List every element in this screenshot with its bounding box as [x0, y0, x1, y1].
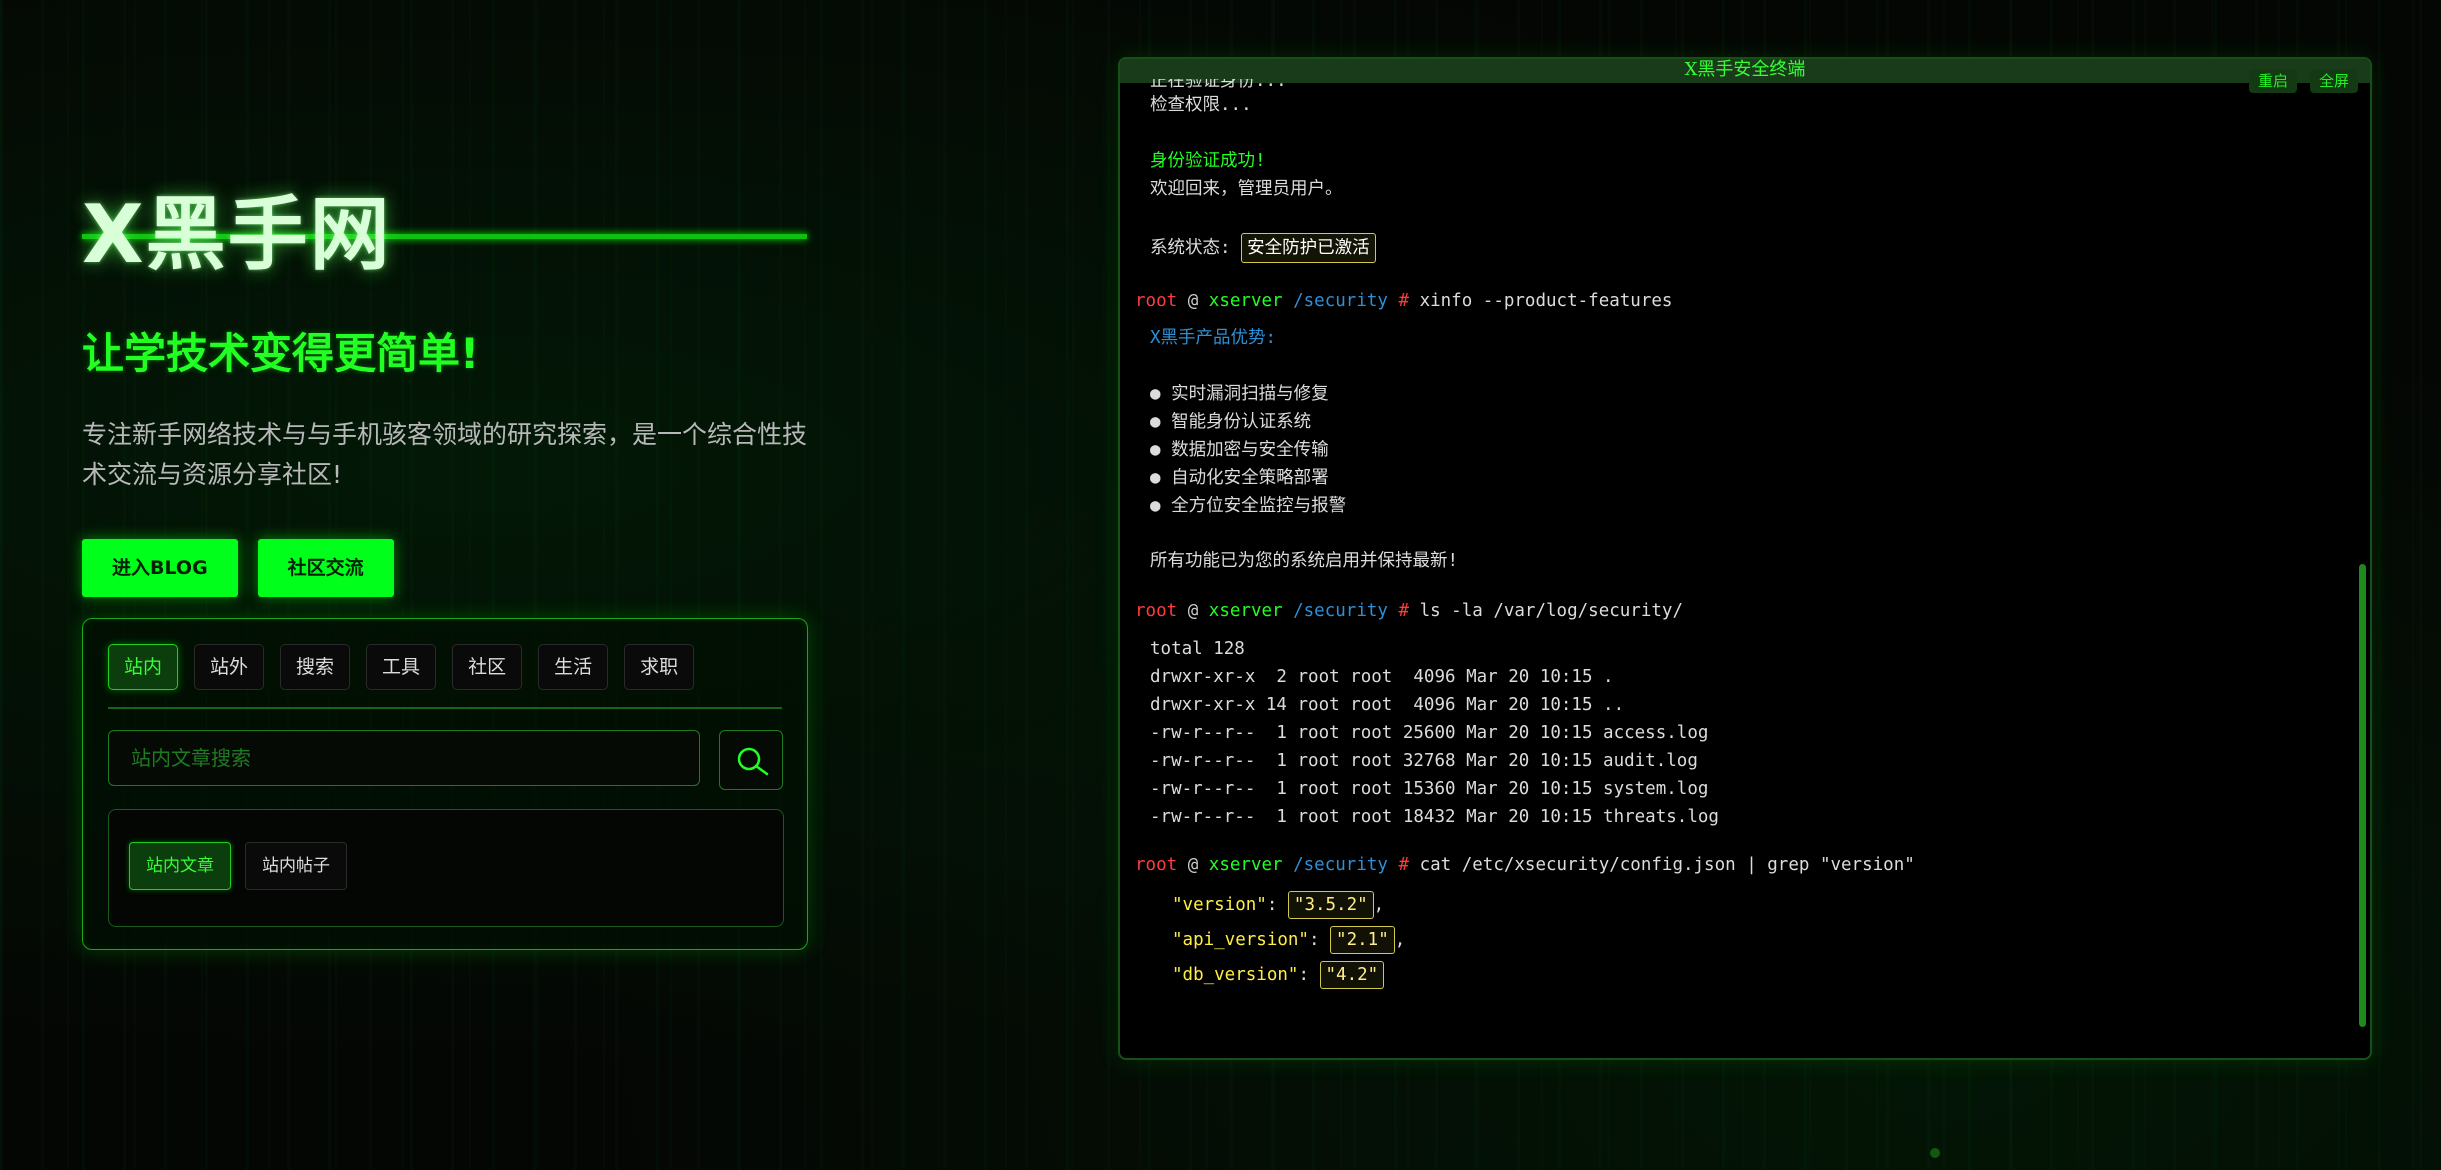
community-button[interactable]: 社区交流 — [257, 539, 394, 597]
prompt-at: @ — [1187, 601, 1199, 621]
prompt-host: xserver — [1208, 291, 1283, 311]
terminal-line-success: 身份验证成功! — [1150, 151, 1266, 171]
json-value: "2.1" — [1330, 926, 1395, 954]
site-description: 专注新手网络技术与与手机骇客领域的研究探索，是一个综合性技术交流与资源分享社区! — [82, 420, 808, 489]
prompt-hash: # — [1398, 291, 1410, 311]
prompt-line: root @ xserver /security # cat /etc/xsec… — [1135, 854, 1915, 876]
ls-line: drwxr-xr-x 14 root root 4096 Mar 20 10:1… — [1150, 695, 1625, 715]
prompt-user: root — [1135, 601, 1178, 621]
prompt-user: root — [1135, 855, 1178, 875]
terminal-line: 检查权限... — [1150, 95, 1252, 115]
ls-line: total 128 — [1150, 639, 1245, 659]
json-line: "version": "3.5.2", — [1172, 891, 1384, 919]
ls-line: -rw-r--r-- 1 root root 15360 Mar 20 10:1… — [1150, 779, 1709, 799]
prompt-path: /security — [1293, 291, 1388, 311]
json-value: "4.2" — [1319, 961, 1385, 989]
feature-item: ● 数据加密与安全传输 — [1150, 440, 1329, 460]
search-subtab[interactable]: 站内帖子 — [245, 842, 347, 890]
prompt-at: @ — [1187, 855, 1199, 875]
status-label: 系统状态: — [1150, 238, 1231, 258]
page-indicator-dot[interactable] — [1930, 1148, 1940, 1158]
restart-button[interactable]: 重启 — [2248, 69, 2297, 93]
features-title: X黑手产品优势: — [1150, 328, 1277, 348]
feature-item: ● 全方位安全监控与报警 — [1150, 496, 1347, 516]
prompt-path: /security — [1293, 601, 1388, 621]
prompt-host: xserver — [1208, 855, 1283, 875]
hero-section: X黑手网 让学技术变得更简单! 专注新手网络技术与与手机骇客领域的研究探索，是一… — [82, 180, 807, 597]
search-tab[interactable]: 求职 — [624, 644, 695, 690]
terminal-line: 欢迎回来，管理员用户。 — [1150, 179, 1343, 199]
site-title: X黑手网 — [82, 188, 392, 281]
terminal-status-line: 系统状态: 安全防护已激活 — [1150, 233, 1376, 263]
prompt-hash: # — [1398, 855, 1410, 875]
search-subtab[interactable]: 站内文章 — [129, 842, 231, 890]
search-subpanel: 站内文章 站内帖子 — [108, 809, 784, 927]
json-key: "db_version" — [1172, 965, 1299, 985]
hero-buttons: 进入BLOG 社区交流 — [82, 539, 807, 597]
feature-item: ● 实时漏洞扫描与修复 — [1150, 384, 1329, 404]
feature-item: ● 自动化安全策略部署 — [1150, 468, 1329, 488]
json-colon: : — [1298, 965, 1320, 985]
search-tab[interactable]: 站内 — [108, 644, 179, 690]
ls-line: -rw-r--r-- 1 root root 18432 Mar 20 10:1… — [1150, 807, 1719, 827]
json-suffix: , — [1373, 895, 1385, 915]
ls-line: -rw-r--r-- 1 root root 32768 Mar 20 10:1… — [1150, 751, 1698, 771]
prompt-hash: # — [1398, 601, 1410, 621]
prompt-at: @ — [1187, 291, 1199, 311]
enter-blog-button[interactable]: 进入BLOG — [82, 539, 238, 597]
search-tab[interactable]: 生活 — [538, 644, 609, 690]
terminal-title: X黑手安全终端 — [1684, 59, 1806, 80]
json-key: "api_version" — [1172, 930, 1309, 950]
json-suffix: , — [1394, 930, 1406, 950]
security-terminal: 正在验证身份... 检查权限... 身份验证成功! 欢迎回来，管理员用户。 系统… — [1118, 57, 2372, 1060]
site-title-wrap: X黑手网 — [82, 180, 807, 290]
search-icon — [737, 747, 769, 776]
status-badge: 安全防护已激活 — [1241, 233, 1376, 263]
terminal-output: 正在验证身份... 检查权限... 身份验证成功! 欢迎回来，管理员用户。 系统… — [1120, 79, 2370, 1058]
command-text: xinfo --product-features — [1419, 291, 1673, 311]
prompt-line: root @ xserver /security # xinfo --produ… — [1135, 290, 1672, 312]
search-tab[interactable]: 社区 — [452, 644, 523, 690]
tab-divider — [108, 707, 782, 709]
search-tab[interactable]: 站外 — [194, 644, 265, 690]
ls-line: drwxr-xr-x 2 root root 4096 Mar 20 10:15… — [1150, 667, 1614, 687]
prompt-user: root — [1135, 291, 1178, 311]
json-line: "api_version": "2.1", — [1172, 926, 1405, 954]
fullscreen-button[interactable]: 全屏 — [2309, 69, 2358, 93]
json-value: "3.5.2" — [1287, 891, 1374, 919]
slogan: 让学技术变得更简单! — [82, 329, 480, 378]
features-footer: 所有功能已为您的系统启用并保持最新! — [1150, 551, 1459, 571]
prompt-host: xserver — [1208, 601, 1283, 621]
search-tab[interactable]: 搜索 — [280, 644, 351, 690]
search-button[interactable] — [719, 730, 783, 790]
terminal-scrollbar[interactable] — [2359, 564, 2366, 1027]
prompt-path: /security — [1293, 855, 1388, 875]
json-line: "db_version": "4.2" — [1172, 961, 1385, 989]
search-input[interactable] — [108, 730, 700, 786]
prompt-line: root @ xserver /security # ls -la /var/l… — [1135, 600, 1683, 622]
json-key: "version" — [1172, 895, 1267, 915]
command-text: cat /etc/xsecurity/config.json | grep "v… — [1419, 855, 1915, 875]
ls-line: -rw-r--r-- 1 root root 25600 Mar 20 10:1… — [1150, 723, 1709, 743]
command-text: ls -la /var/log/security/ — [1419, 601, 1683, 621]
json-colon: : — [1266, 895, 1288, 915]
search-panel: 站内站外搜索工具社区生活求职 站内文章站内帖子 — [82, 618, 808, 950]
feature-item: ● 智能身份认证系统 — [1150, 412, 1312, 432]
search-subtabs: 站内文章 站内帖子 — [129, 842, 347, 890]
search-tabs: 站内 站外 搜索 工具 社区 生活 求职 — [108, 644, 695, 690]
json-colon: : — [1308, 930, 1331, 950]
search-tab[interactable]: 工具 — [366, 644, 437, 690]
